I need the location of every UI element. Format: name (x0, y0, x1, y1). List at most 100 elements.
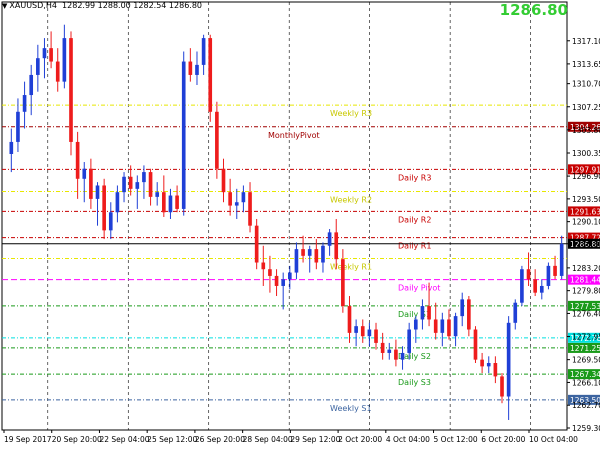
candle-up (241, 192, 246, 203)
y-tick-label: 1276.40 (572, 309, 600, 318)
candle-up (234, 202, 239, 206)
level-price-label: 1281.44 (570, 276, 600, 285)
candle-down (334, 232, 339, 260)
candle-up (168, 195, 173, 213)
symbol-label: XAUUSD,H4 (9, 1, 57, 10)
candle-down (55, 61, 60, 82)
dropdown-triangle-icon[interactable]: ▼ (2, 2, 7, 10)
candle-down (274, 275, 279, 286)
candle-down (447, 319, 451, 337)
level-label: Daily S3 (398, 378, 431, 387)
level-label: Weekly R2 (330, 196, 372, 205)
candle-up (29, 74, 34, 96)
candle-down (89, 168, 93, 199)
chart-window: Weekly R3 MonthlyPivot 1304.26 Daily R3 1297… (0, 0, 600, 450)
candle-up (387, 349, 392, 353)
y-tick-label: 1283.20 (572, 264, 600, 273)
candle-up (36, 58, 40, 75)
x-tick-label: 20 Sep 20:00 (52, 435, 102, 444)
y-tick-label: 1279.80 (572, 287, 600, 296)
y-tick-label: 1272.95 (572, 333, 600, 342)
candle-up (115, 192, 120, 213)
candle-up (460, 299, 465, 317)
candle-down (49, 48, 53, 62)
candle-up (546, 265, 551, 286)
candle-up (281, 279, 286, 286)
y-tick-label: 1262.70 (572, 401, 600, 410)
y-tick-label: 1269.50 (572, 356, 600, 365)
candle-up (400, 352, 405, 360)
candle-down (360, 326, 365, 337)
candle-down (215, 111, 219, 169)
candle-down (380, 342, 385, 353)
x-tick-label: 26 Sep 20:00 (195, 435, 245, 444)
x-tick-label: 19 Sep 2017 (4, 435, 52, 444)
candle-down (128, 176, 133, 189)
candle-down (433, 319, 438, 333)
level-label: Weekly R3 (330, 109, 372, 118)
y-tick-label: 1293.50 (572, 195, 600, 204)
candle-down (301, 249, 305, 256)
candle-up (287, 272, 292, 280)
candle-up (142, 172, 146, 183)
candle-down (347, 306, 352, 333)
x-tick-label: 5 Oct 12:00 (434, 435, 478, 444)
candle-down (75, 141, 80, 179)
candle-up (486, 363, 491, 367)
x-tick-label: 29 Sep 12:00 (290, 435, 340, 444)
y-tick-label: 1300.35 (572, 149, 600, 158)
candle-down (467, 299, 471, 330)
candle-up (440, 319, 445, 333)
x-tick-label: 22 Sep 04:00 (99, 435, 149, 444)
level-label: Daily S1 (398, 310, 431, 319)
candle-up (539, 285, 544, 293)
candle-up (354, 326, 358, 333)
y-tick-label: 1296.90 (572, 172, 600, 181)
candle-down (254, 225, 259, 263)
level-price-label: 1271.25 (570, 344, 600, 353)
x-tick-label: 4 Oct 04:00 (386, 435, 430, 444)
y-tick-label: 1313.65 (572, 60, 600, 69)
candle-up (367, 329, 372, 337)
candle-down (480, 359, 484, 367)
candle-up (513, 302, 518, 323)
candle-up (16, 111, 20, 142)
candle-up (520, 269, 524, 303)
candle-down (493, 363, 498, 377)
y-tick-label: 1266.10 (572, 378, 600, 387)
candle-up (181, 61, 186, 209)
candle-up (62, 38, 67, 82)
candle-down (553, 265, 557, 276)
candle-down (162, 192, 166, 213)
x-tick-label: 28 Sep 04:00 (243, 435, 293, 444)
candle-down (394, 349, 398, 360)
candle-up (407, 329, 411, 353)
level-label: Daily Pivot (398, 284, 440, 293)
price-chart[interactable]: Weekly R3MonthlyPivot1304.26Daily R31297… (0, 0, 600, 450)
candle-up (420, 306, 425, 320)
candle-down (341, 259, 345, 307)
candle-up (42, 48, 47, 59)
y-tick-label: 1286.80 (572, 240, 600, 249)
candle-down (102, 185, 106, 231)
y-tick-label: 1290.10 (572, 218, 600, 227)
candle-down (221, 168, 226, 193)
y-tick-label: 1310.70 (572, 80, 600, 89)
candle-up (135, 182, 140, 189)
candle-down (188, 61, 193, 75)
candle-down (175, 195, 179, 209)
candle-up (327, 232, 332, 246)
x-tick-label: 10 Oct 04:00 (529, 435, 578, 444)
candle-up (294, 249, 299, 273)
level-label: Daily R3 (398, 173, 431, 182)
level-label: MonthlyPivot (268, 131, 320, 140)
candle-down (268, 269, 272, 276)
level-label: Daily R1 (398, 242, 431, 251)
candle-up (122, 176, 126, 193)
y-tick-label: 1317.10 (572, 37, 600, 46)
y-tick-label: 1259.30 (572, 424, 600, 433)
x-tick-label: 6 Oct 20:00 (481, 435, 525, 444)
candle-down (248, 192, 252, 226)
level-label: Daily R2 (398, 215, 431, 224)
candle-up (307, 249, 312, 256)
